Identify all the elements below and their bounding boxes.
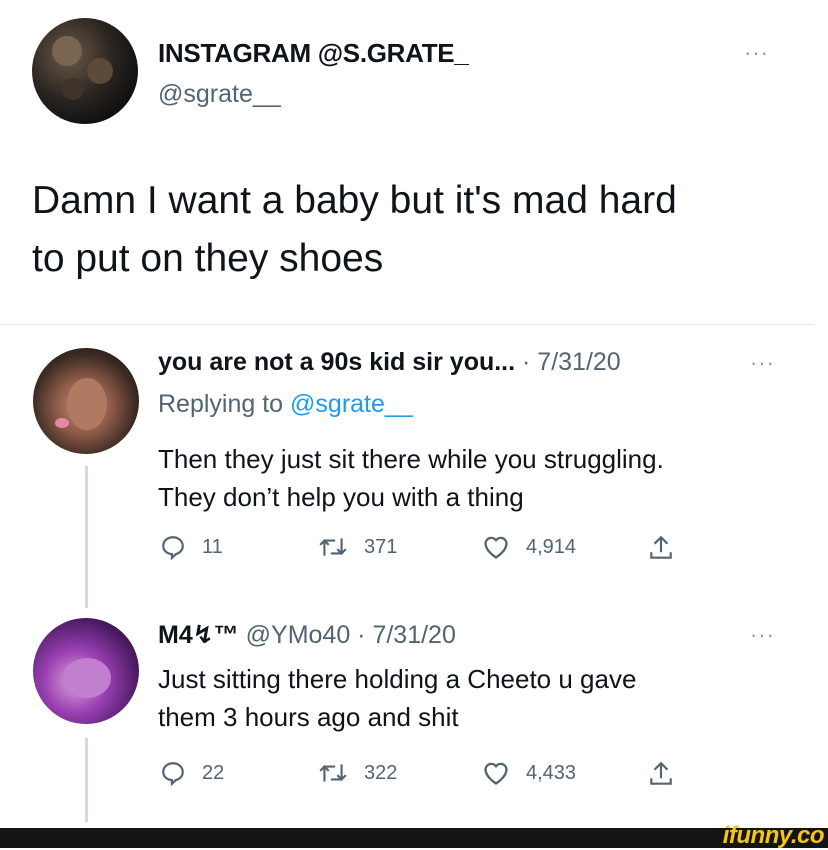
tweet-text: Damn I want a baby but it's mad hard to … (32, 172, 792, 288)
replying-to: Replying to @sgrate__ (158, 390, 413, 419)
reply-2-meta: @YMo40 · 7/31/20 (245, 621, 456, 649)
retweet-icon (319, 538, 347, 556)
reply-button[interactable]: 22 (160, 760, 224, 786)
like-button[interactable]: 4,433 (482, 760, 576, 786)
like-count: 4,914 (526, 535, 577, 558)
like-count: 4,433 (526, 761, 577, 784)
reply-2-header: M4↯™ @YMo40 · 7/31/20 (158, 620, 456, 650)
tweet-text-line: Damn I want a baby but it's mad hard (32, 179, 677, 222)
reply-icon (162, 536, 184, 560)
share-button[interactable] (648, 534, 690, 562)
retweet-count: 371 (364, 535, 398, 558)
thread-line (85, 738, 88, 822)
reply-2-text: Just sitting there holding a Cheeto u ga… (158, 660, 636, 736)
share-button[interactable] (648, 760, 690, 788)
reply-text-line: them 3 hours ago and shit (158, 702, 459, 732)
reply-count: 11 (202, 535, 223, 558)
reply-2-display-name[interactable]: M4↯™ (158, 621, 239, 649)
main-handle[interactable]: @sgrate__ (158, 80, 281, 109)
replying-label: Replying to (158, 390, 284, 418)
reply-1-text: Then they just sit there while you strug… (158, 440, 664, 516)
more-options-icon[interactable]: ··· (750, 350, 775, 376)
divider (0, 324, 814, 325)
share-icon (650, 535, 672, 559)
reply-icon (162, 762, 184, 786)
retweet-icon (319, 764, 347, 782)
avatar-detail (63, 658, 111, 698)
ifunny-watermark: ifunny.co (722, 822, 825, 849)
footer-bar (0, 828, 828, 848)
more-options-icon[interactable]: ··· (750, 622, 775, 648)
avatar-detail (87, 58, 113, 84)
avatar-detail (67, 378, 107, 430)
retweet-button[interactable]: 322 (318, 760, 397, 786)
heart-icon (484, 536, 508, 559)
tweet-text-line: to put on they shoes (32, 237, 384, 280)
heart-icon (484, 762, 508, 785)
reply-1-header: you are not a 90s kid sir you... · 7/31/… (158, 348, 621, 377)
avatar-reply-1[interactable] (33, 348, 139, 454)
replying-handle-link[interactable]: @sgrate__ (290, 390, 413, 418)
like-button[interactable]: 4,914 (482, 534, 576, 560)
reply-text-line: Just sitting there holding a Cheeto u ga… (158, 664, 637, 694)
retweet-count: 322 (364, 761, 398, 784)
reply-button[interactable]: 11 (160, 534, 223, 560)
avatar-main[interactable] (32, 18, 138, 124)
retweet-button[interactable]: 371 (318, 534, 397, 560)
reply-1-meta: · 7/31/20 (522, 348, 621, 376)
reply-text-line: They don’t help you with a thing (158, 482, 524, 512)
thread-line (85, 466, 88, 608)
reply-1-display-name[interactable]: you are not a 90s kid sir you... (158, 348, 515, 376)
main-display-name[interactable]: INSTAGRAM @S.GRATE_ (158, 38, 469, 69)
more-options-icon[interactable]: ··· (744, 40, 769, 66)
avatar-reply-2[interactable] (33, 618, 139, 724)
reply-text-line: Then they just sit there while you strug… (158, 444, 664, 474)
share-icon (650, 761, 672, 785)
avatar-detail (62, 78, 84, 100)
avatar-detail (55, 418, 69, 428)
avatar-detail (52, 36, 82, 66)
reply-count: 22 (202, 761, 225, 784)
